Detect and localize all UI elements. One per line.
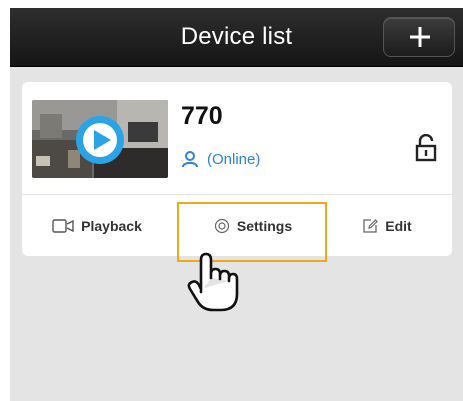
device-status: (Online) xyxy=(181,148,260,170)
navigation-bar: Device list xyxy=(10,8,463,67)
status-text: (Online) xyxy=(207,150,261,168)
device-thumbnail[interactable] xyxy=(32,100,168,178)
edit-label: Edit xyxy=(385,218,412,234)
unlocked-padlock-icon[interactable] xyxy=(415,133,439,167)
pointing-hand-icon xyxy=(187,252,241,319)
app-screen: Device list 770 (Online) Playback Settin… xyxy=(10,8,463,401)
playback-button[interactable]: Playback xyxy=(22,195,172,257)
playback-label: Playback xyxy=(81,218,142,234)
video-camera-icon xyxy=(52,219,74,233)
plus-icon xyxy=(410,27,430,47)
device-name: 770 xyxy=(181,102,223,130)
user-icon xyxy=(182,151,198,168)
add-device-button[interactable] xyxy=(383,17,455,57)
edit-button[interactable]: Edit xyxy=(322,195,452,257)
edit-pencil-icon xyxy=(363,219,379,233)
